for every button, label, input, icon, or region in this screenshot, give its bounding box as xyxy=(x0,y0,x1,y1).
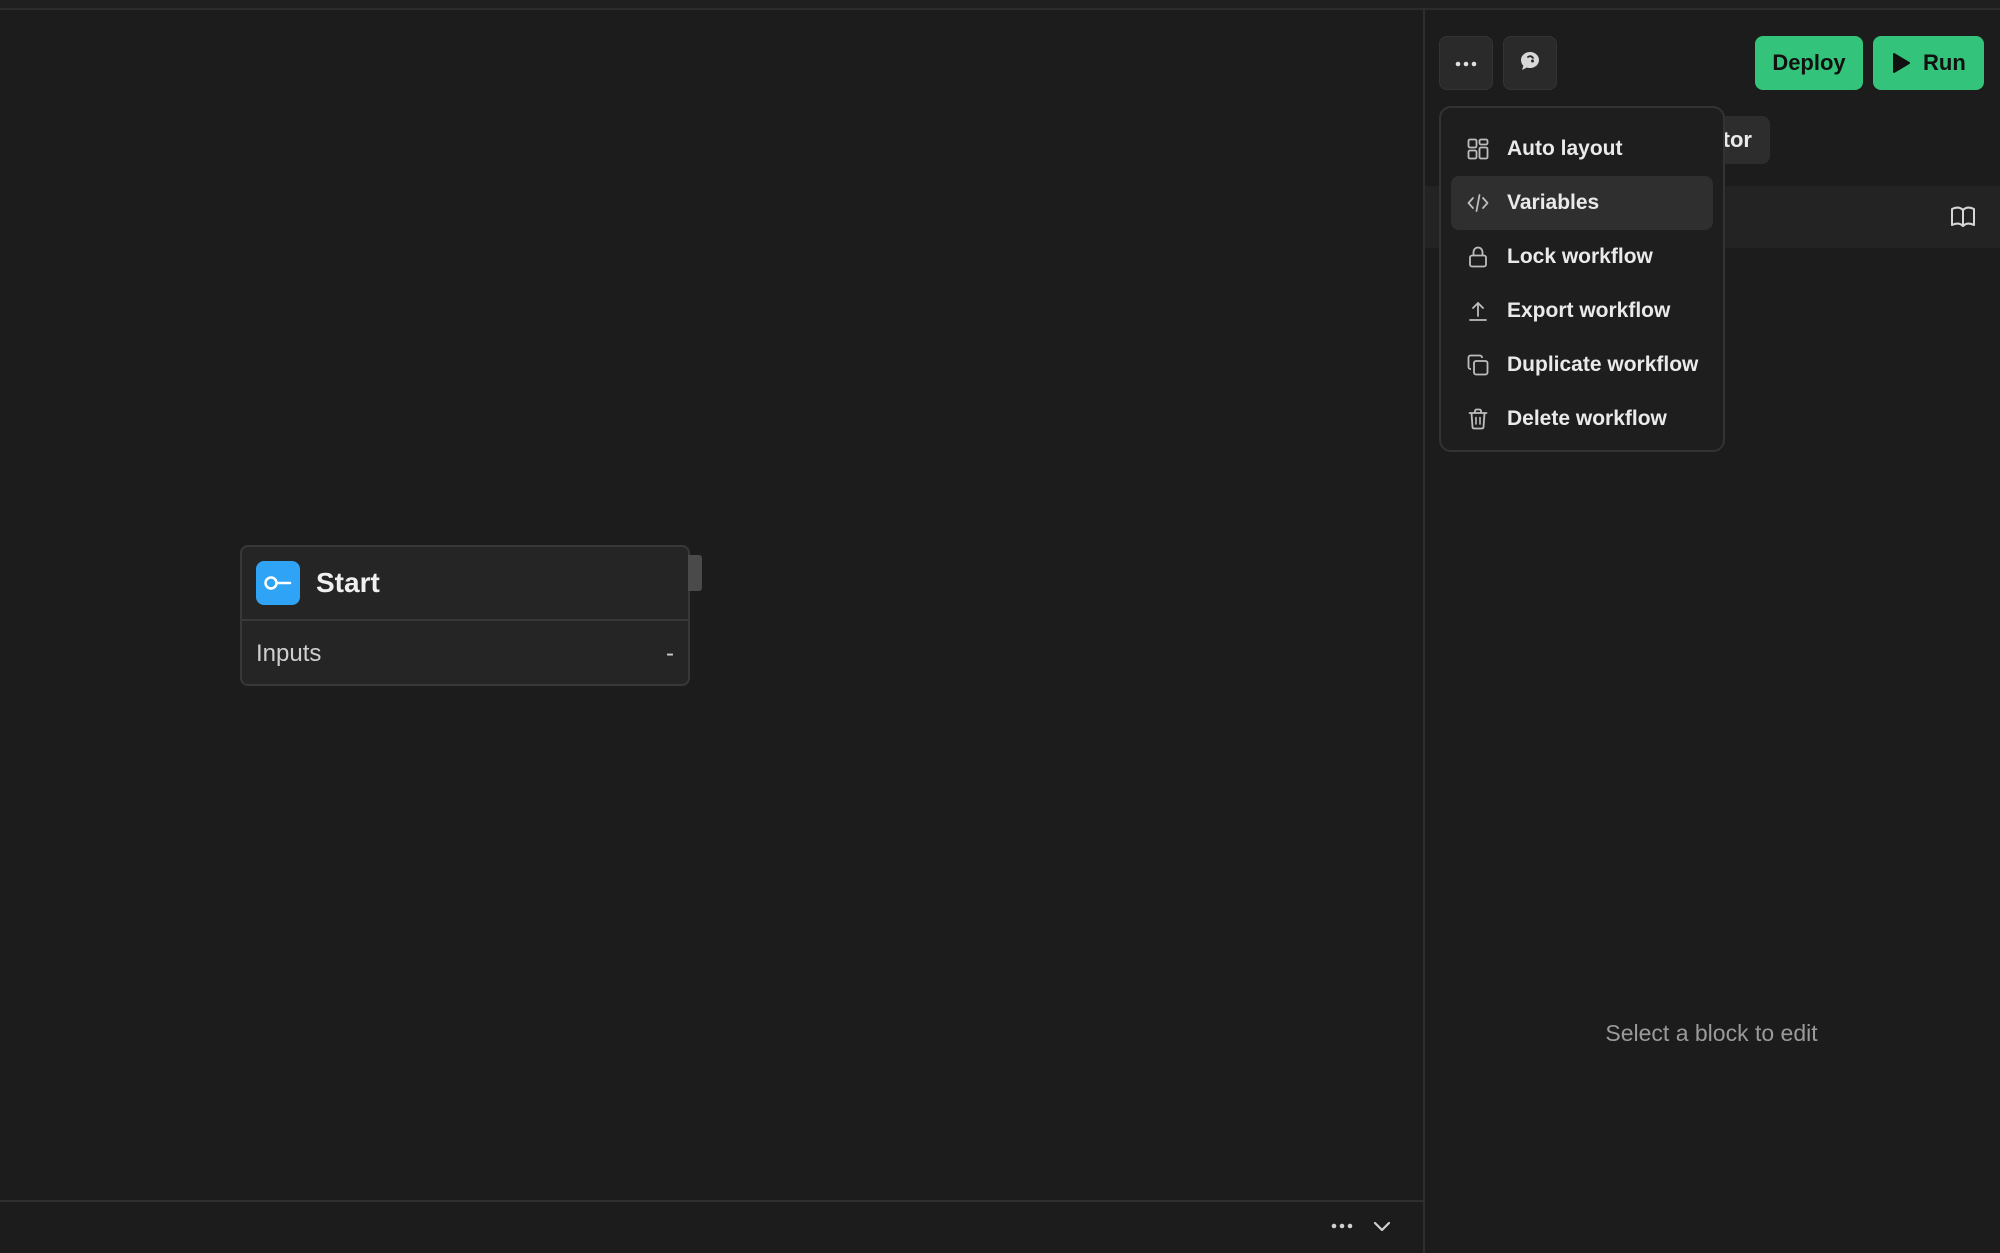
run-button[interactable]: Run xyxy=(1873,36,1984,90)
copy-icon xyxy=(1465,352,1491,378)
menu-item-delete-workflow[interactable]: Delete workflow xyxy=(1451,392,1713,446)
top-border xyxy=(0,0,2000,10)
menu-item-auto-layout[interactable]: Auto layout xyxy=(1451,122,1713,176)
workflow-canvas[interactable]: Start Inputs - xyxy=(0,10,1423,1201)
more-horizontal-icon xyxy=(1455,54,1477,72)
menu-item-label: Auto layout xyxy=(1507,137,1623,160)
layout-grid-icon xyxy=(1465,136,1491,162)
run-button-label: Run xyxy=(1923,50,1966,75)
menu-item-label: Delete workflow xyxy=(1507,407,1667,430)
deploy-button[interactable]: Deploy xyxy=(1755,36,1863,90)
chat-button[interactable] xyxy=(1503,36,1557,90)
deploy-button-label: Deploy xyxy=(1772,50,1846,75)
start-block[interactable]: Start Inputs - xyxy=(240,545,690,686)
menu-item-label: Variables xyxy=(1507,191,1600,214)
menu-item-variables[interactable]: Variables xyxy=(1451,176,1713,230)
menu-item-export-workflow[interactable]: Export workflow xyxy=(1451,284,1713,338)
start-block-inputs-row: Inputs - xyxy=(242,621,688,687)
trash-icon xyxy=(1465,406,1491,432)
panel-tab-chip-label: tor xyxy=(1722,127,1752,152)
chevron-down-icon[interactable] xyxy=(1368,1212,1396,1240)
start-block-output-handle[interactable] xyxy=(688,555,702,591)
menu-item-lock-workflow[interactable]: Lock workflow xyxy=(1451,230,1713,284)
code-icon xyxy=(1465,190,1491,216)
menu-item-label: Duplicate workflow xyxy=(1507,353,1699,376)
start-block-title: Start xyxy=(316,567,380,598)
menu-item-label: Lock workflow xyxy=(1507,245,1653,268)
chat-bubble-icon xyxy=(1518,49,1542,78)
lock-icon xyxy=(1465,244,1491,270)
upload-icon xyxy=(1465,298,1491,324)
menu-item-label: Export workflow xyxy=(1507,299,1671,322)
inputs-value: - xyxy=(666,640,674,667)
key-icon xyxy=(256,561,300,605)
bottom-console-bar xyxy=(0,1200,1423,1253)
empty-state-message: Select a block to edit xyxy=(1605,1020,1818,1046)
book-open-icon[interactable] xyxy=(1948,202,1978,232)
menu-item-duplicate-workflow[interactable]: Duplicate workflow xyxy=(1451,338,1713,392)
more-options-button[interactable] xyxy=(1439,36,1493,90)
workflow-options-menu: Auto layout Variables Lock workflow Expo… xyxy=(1439,106,1725,452)
more-horizontal-icon[interactable] xyxy=(1328,1212,1356,1240)
start-block-header: Start xyxy=(242,547,688,621)
play-icon xyxy=(1891,52,1911,74)
inputs-label: Inputs xyxy=(256,640,322,667)
